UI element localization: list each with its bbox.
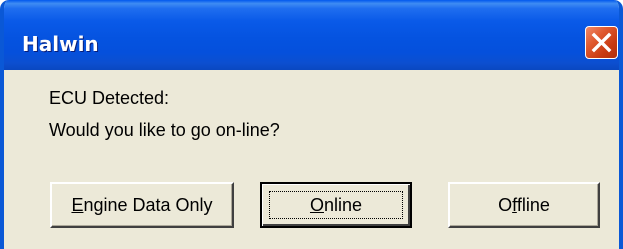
window-title: Halwin: [22, 32, 99, 56]
online-button[interactable]: Online: [260, 182, 412, 228]
close-button[interactable]: [585, 26, 618, 59]
offline-button[interactable]: Offline: [448, 182, 600, 228]
engine-data-only-label: Engine Data Only: [71, 194, 213, 215]
dialog-window: Halwin ECU Detected: Would you like to g…: [0, 0, 623, 249]
engine-data-only-button[interactable]: Engine Data Only: [50, 182, 234, 228]
message-line-2: Would you like to go on-line?: [49, 120, 280, 140]
offline-label: Offline: [498, 194, 550, 215]
online-label: Online: [309, 194, 363, 215]
message-line-1: ECU Detected:: [49, 88, 170, 108]
title-bar[interactable]: Halwin: [4, 0, 619, 70]
close-x-icon: [591, 32, 612, 53]
